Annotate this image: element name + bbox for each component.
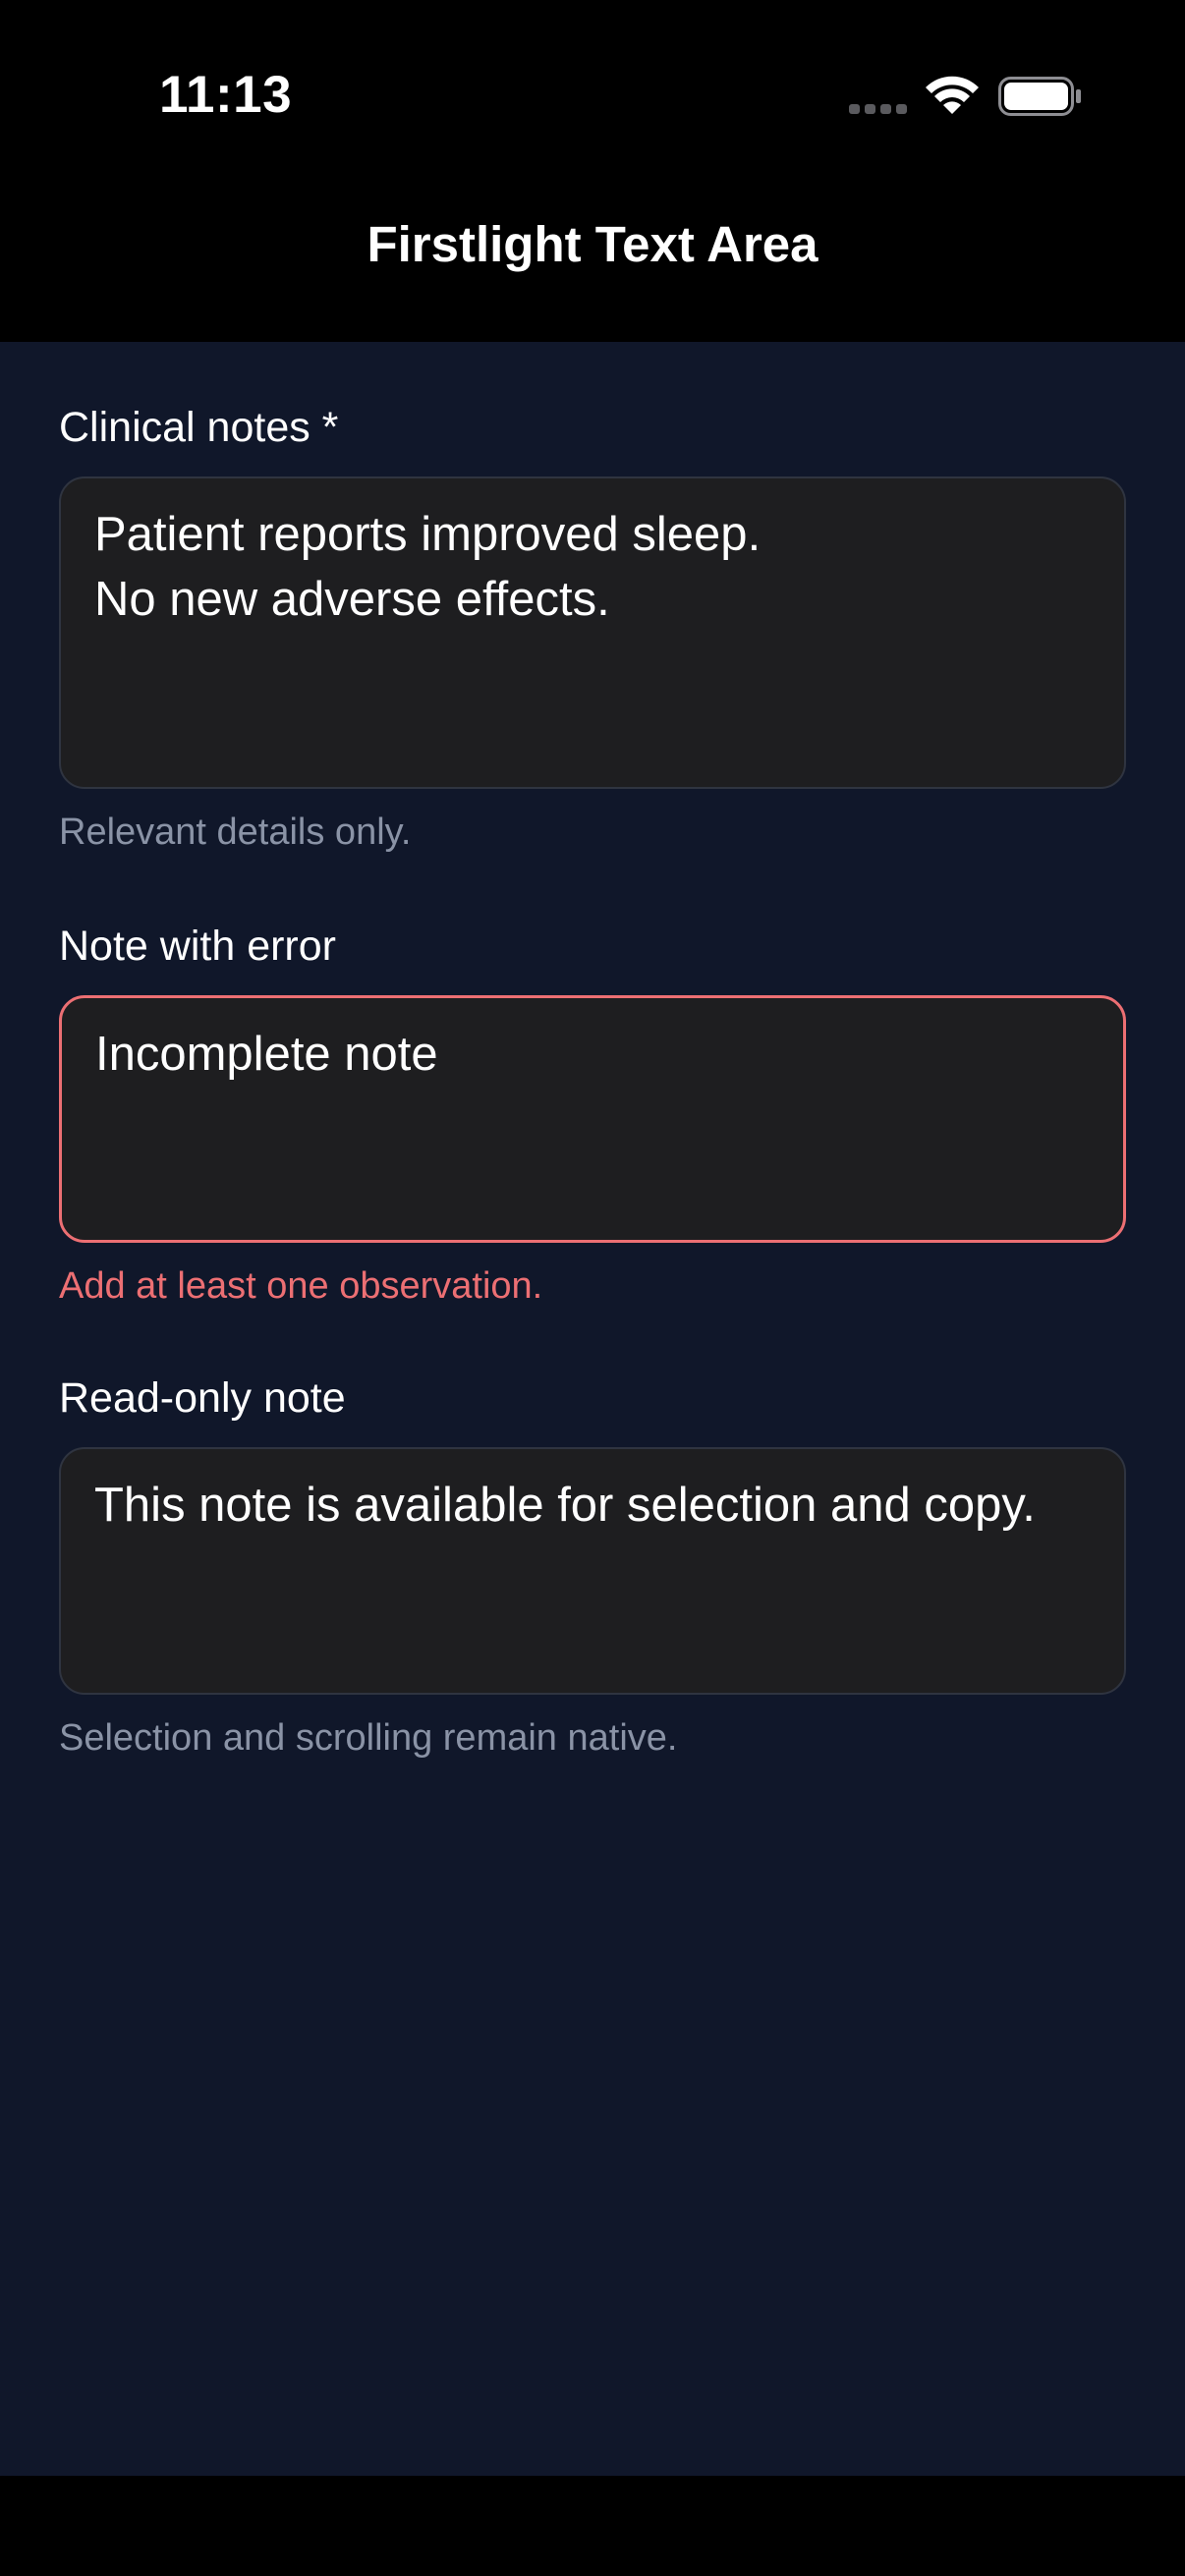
page-title: Firstlight Text Area: [367, 216, 818, 272]
note-with-error-textarea[interactable]: Incomplete note: [59, 995, 1126, 1243]
wifi-icon: [926, 76, 979, 114]
clinical-notes-field: Clinical notes * Patient reports improve…: [59, 407, 1126, 856]
clinical-notes-textarea[interactable]: Patient reports improved sleep. No new a…: [59, 476, 1126, 789]
status-time: 11:13: [159, 66, 293, 124]
status-bar: 11:13: [0, 0, 1185, 192]
home-indicator-area: [0, 2476, 1185, 2576]
read-only-note-field: Read-only note This note is available fo…: [59, 1377, 1126, 1762]
clinical-notes-label: Clinical notes *: [59, 404, 339, 451]
battery-icon: [998, 77, 1081, 116]
read-only-note-textarea[interactable]: This note is available for selection and…: [59, 1447, 1126, 1695]
note-with-error-field: Note with error Incomplete note Add at l…: [59, 925, 1126, 1310]
note-with-error-label: Note with error: [59, 923, 336, 970]
navigation-bar: Firstlight Text Area: [0, 192, 1185, 342]
screen: 11:13 Firstlight Text Area Clinical note…: [0, 0, 1185, 2576]
signal-icon: [849, 104, 907, 114]
clinical-notes-helper-text: Relevant details only.: [59, 812, 412, 853]
error-message: Add at least one observation.: [59, 1265, 543, 1307]
read-only-note-helper-text: Selection and scrolling remain native.: [59, 1717, 678, 1759]
read-only-note-label: Read-only note: [59, 1374, 346, 1422]
content-area[interactable]: Clinical notes * Patient reports improve…: [0, 342, 1185, 2476]
